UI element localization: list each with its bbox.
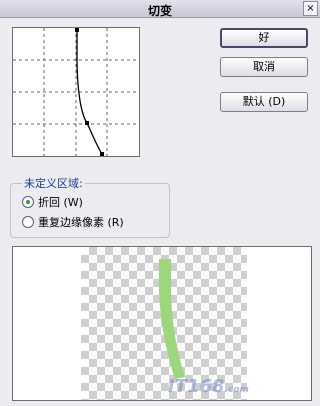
close-button[interactable]: ×	[303, 1, 318, 16]
window-title: 切变	[147, 4, 172, 18]
repeat-edge-option[interactable]: 重复边缘像素 (R)	[22, 214, 124, 229]
default-button[interactable]: 默认 (D)	[220, 92, 308, 112]
preview-panel	[12, 246, 312, 401]
shear-curve-editor[interactable]	[12, 27, 140, 157]
repeat-edge-radio[interactable]	[22, 215, 34, 228]
wrap-around-label: 折回 (W)	[38, 195, 83, 209]
curve-point-bottom[interactable]	[100, 152, 104, 156]
repeat-edge-label: 重复边缘像素 (R)	[38, 215, 124, 229]
ok-button[interactable]: 好	[220, 28, 308, 48]
sheared-stroke	[159, 259, 185, 379]
curve-point-middle[interactable]	[85, 121, 89, 125]
wrap-around-option[interactable]: 折回 (W)	[22, 194, 83, 209]
watermark-logo: IT168.com	[168, 376, 249, 397]
undefined-area-group	[10, 183, 170, 238]
curve-grid	[13, 28, 139, 156]
wrap-around-radio[interactable]	[22, 195, 34, 208]
curve-point-top[interactable]	[75, 28, 79, 32]
preview-shape	[159, 259, 185, 379]
cancel-button[interactable]: 取消	[220, 57, 308, 77]
undefined-area-legend: 未定义区域:	[22, 175, 85, 191]
title-bar: 切变 ×	[0, 0, 320, 18]
